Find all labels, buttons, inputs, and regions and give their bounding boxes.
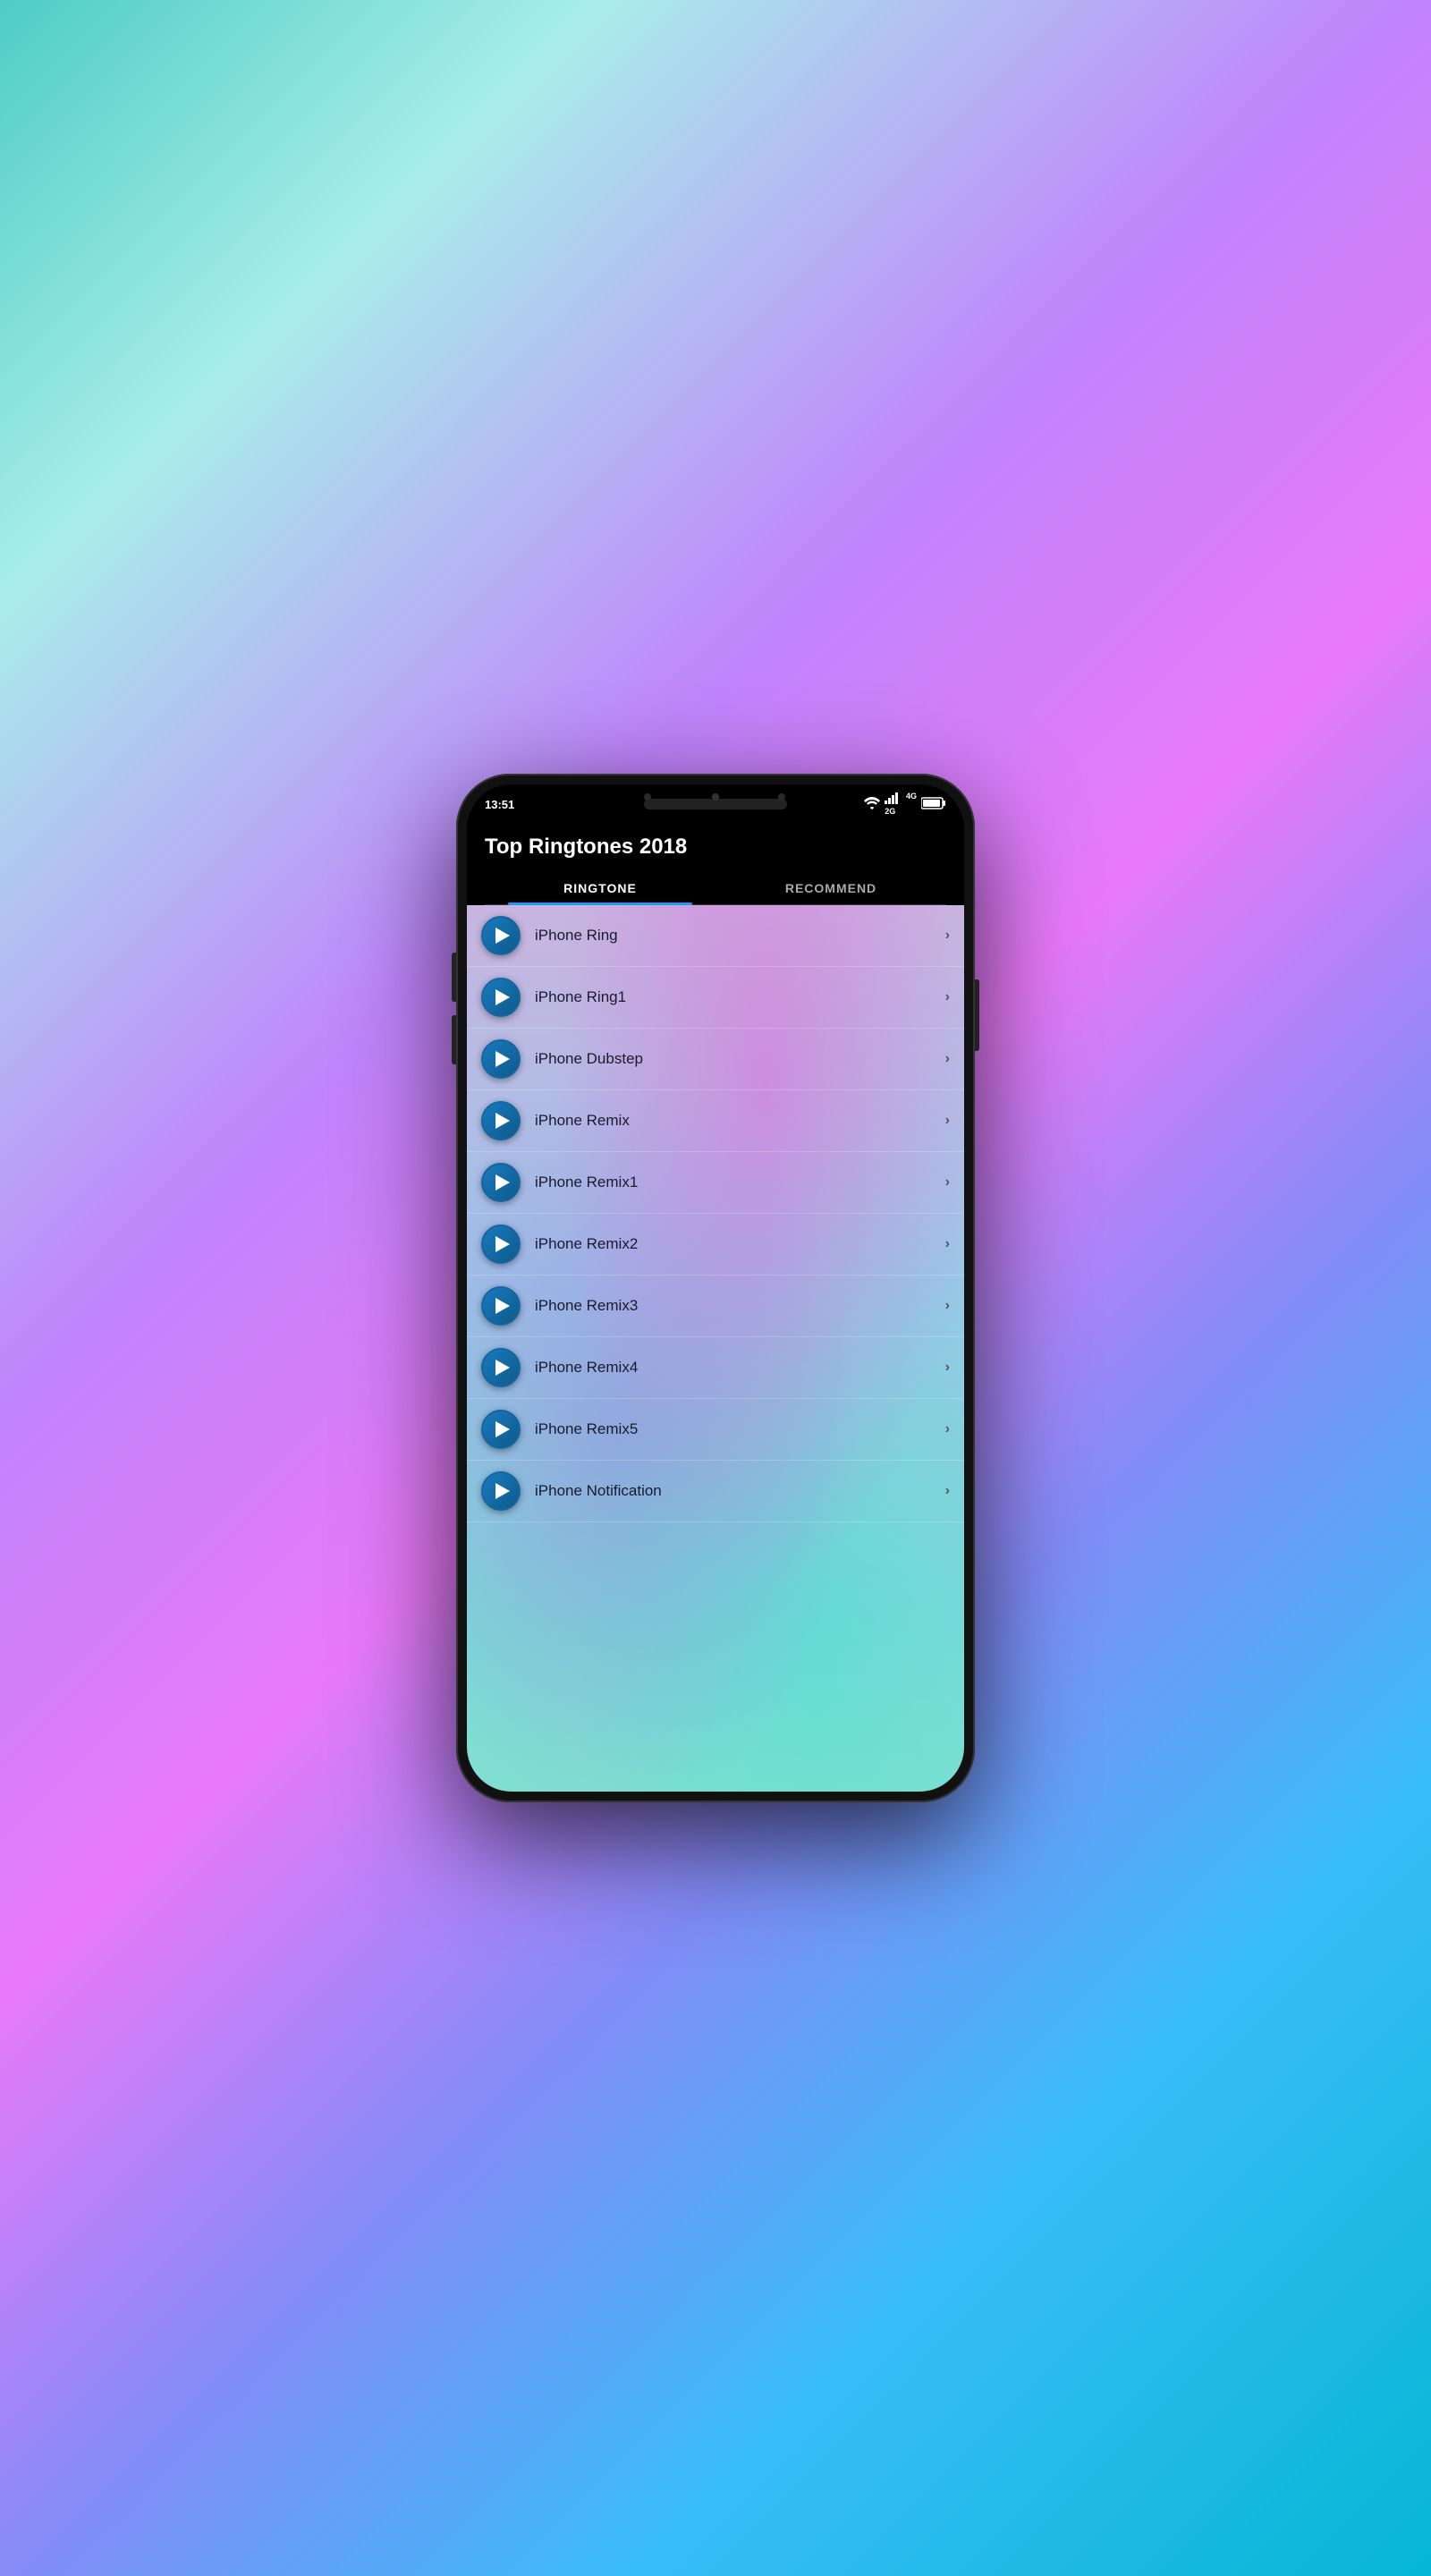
chevron-right-icon: ›	[945, 928, 950, 944]
play-icon	[495, 928, 510, 944]
play-button[interactable]	[481, 1348, 521, 1387]
chevron-right-icon: ›	[945, 1298, 950, 1314]
ringtone-name: iPhone Remix3	[535, 1297, 945, 1315]
chevron-right-icon: ›	[945, 1421, 950, 1437]
status-icons: 4G2G	[864, 792, 946, 817]
app-title: Top Ringtones 2018	[485, 835, 946, 872]
tab-ringtone[interactable]: RINGTONE	[485, 872, 716, 904]
chevron-right-icon: ›	[945, 1360, 950, 1376]
battery-icon	[921, 797, 946, 812]
ringtone-name: iPhone Remix	[535, 1112, 945, 1130]
chevron-right-icon: ›	[945, 1113, 950, 1129]
power-button[interactable]	[975, 979, 979, 1051]
play-icon	[495, 1236, 510, 1252]
ringtone-name: iPhone Remix1	[535, 1174, 945, 1191]
phone-screen: 13:51 4G2G	[467, 784, 964, 1792]
play-icon	[495, 1298, 510, 1314]
play-button[interactable]	[481, 1224, 521, 1264]
ringtone-name: iPhone Dubstep	[535, 1050, 945, 1068]
camera-right	[778, 793, 785, 801]
play-icon	[495, 1421, 510, 1437]
tab-recommend[interactable]: RECOMMEND	[716, 872, 946, 904]
play-button[interactable]	[481, 978, 521, 1017]
ringtone-list: iPhone Ring›iPhone Ring1›iPhone Dubstep›…	[467, 905, 964, 1792]
play-icon	[495, 1113, 510, 1129]
play-button[interactable]	[481, 1471, 521, 1511]
camera-left	[644, 793, 651, 801]
play-icon	[495, 1174, 510, 1191]
play-icon	[495, 1483, 510, 1499]
chevron-right-icon: ›	[945, 1174, 950, 1191]
chevron-right-icon: ›	[945, 1051, 950, 1067]
play-button[interactable]	[481, 1410, 521, 1449]
phone-frame: 13:51 4G2G	[456, 774, 975, 1802]
volume-up-button[interactable]	[452, 953, 456, 1002]
play-icon	[495, 989, 510, 1005]
play-icon	[495, 1360, 510, 1376]
play-button[interactable]	[481, 916, 521, 955]
ringtone-name: iPhone Remix4	[535, 1359, 945, 1377]
ringtone-name: iPhone Ring1	[535, 988, 945, 1006]
play-button[interactable]	[481, 1163, 521, 1202]
chevron-right-icon: ›	[945, 1483, 950, 1499]
app-header: Top Ringtones 2018 RINGTONE RECOMMEND	[467, 822, 964, 905]
play-button[interactable]	[481, 1039, 521, 1079]
play-button[interactable]	[481, 1101, 521, 1140]
play-icon	[495, 1051, 510, 1067]
list-item[interactable]: iPhone Ring1›	[467, 967, 964, 1029]
list-item[interactable]: iPhone Remix5›	[467, 1399, 964, 1461]
ringtone-name: iPhone Ring	[535, 927, 945, 945]
list-item[interactable]: iPhone Remix1›	[467, 1152, 964, 1214]
tab-bar: RINGTONE RECOMMEND	[485, 872, 946, 905]
ringtone-name: iPhone Remix2	[535, 1235, 945, 1253]
list-item[interactable]: iPhone Ring›	[467, 905, 964, 967]
list-item[interactable]: iPhone Remix3›	[467, 1275, 964, 1337]
wifi-icon	[864, 797, 880, 812]
chevron-right-icon: ›	[945, 989, 950, 1005]
signal-icon: 4G2G	[885, 792, 917, 817]
list-item[interactable]: iPhone Remix›	[467, 1090, 964, 1152]
volume-down-button[interactable]	[452, 1015, 456, 1064]
chevron-right-icon: ›	[945, 1236, 950, 1252]
list-item[interactable]: iPhone Remix4›	[467, 1337, 964, 1399]
list-item[interactable]: iPhone Remix2›	[467, 1214, 964, 1275]
list-item[interactable]: iPhone Notification›	[467, 1461, 964, 1522]
ringtone-name: iPhone Notification	[535, 1482, 945, 1500]
status-bar: 13:51 4G2G	[467, 784, 964, 822]
clock: 13:51	[485, 798, 514, 811]
list-item[interactable]: iPhone Dubstep›	[467, 1029, 964, 1090]
ringtone-name: iPhone Remix5	[535, 1420, 945, 1438]
play-button[interactable]	[481, 1286, 521, 1326]
